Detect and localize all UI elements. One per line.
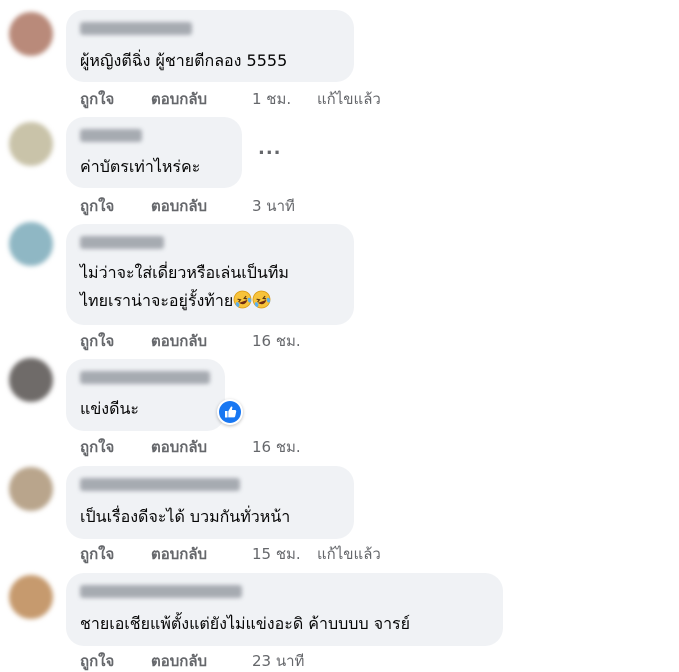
timestamp[interactable]: 1 ชม.: [252, 88, 291, 110]
reply-button[interactable]: ตอบกลับ: [151, 330, 207, 352]
comment-text: ค่าบัตรเท่าไหร่คะ: [80, 157, 201, 176]
like-button[interactable]: ถูกใจ: [80, 436, 114, 458]
comment-text-line: ไทยเราน่าจะอยู่รั้งท้าย: [80, 291, 234, 310]
timestamp[interactable]: 23 นาที: [252, 650, 304, 672]
like-button[interactable]: ถูกใจ: [80, 543, 114, 565]
comment-text: ผู้หญิงตีฉิ่ง ผู้ชายตีกลอง 5555: [80, 51, 288, 70]
timestamp[interactable]: 16 ชม.: [252, 330, 301, 352]
comment-text: เป็นเรื่องดีจะได้ บวมกันทั่วหน้า: [80, 507, 291, 526]
avatar[interactable]: [9, 122, 53, 166]
avatar[interactable]: [9, 575, 53, 619]
like-button[interactable]: ถูกใจ: [80, 330, 114, 352]
comment-text: ไทยเราน่าจะอยู่รั้งท้าย: [80, 288, 271, 317]
edited-label[interactable]: แก้ไขแล้ว: [317, 543, 381, 565]
reaction-badge[interactable]: [217, 399, 243, 425]
edited-label[interactable]: แก้ไขแล้ว: [317, 88, 381, 110]
like-button[interactable]: ถูกใจ: [80, 88, 114, 110]
comment-bubble: ไม่ว่าจะใส่เดี่ยวหรือเล่นเป็นทีม ไทยเราน…: [66, 224, 354, 325]
reply-button[interactable]: ตอบกลับ: [151, 650, 207, 672]
author-name-redacted[interactable]: [80, 371, 210, 384]
comment-bubble: ค่าบัตรเท่าไหร่คะ: [66, 117, 242, 188]
reply-button[interactable]: ตอบกลับ: [151, 88, 207, 110]
more-options-icon[interactable]: ...: [258, 138, 282, 159]
author-name-redacted[interactable]: [80, 129, 142, 142]
timestamp[interactable]: 16 ชม.: [252, 436, 301, 458]
rolling-on-floor-laughing-icon: [233, 290, 271, 317]
avatar[interactable]: [9, 12, 53, 56]
author-name-redacted[interactable]: [80, 236, 164, 249]
avatar[interactable]: [9, 467, 53, 511]
comment-bubble: ชายเอเชียแพ้ตั้งแต่ยังไม่แข่งอะดิ ค้าบบบ…: [66, 573, 503, 646]
timestamp[interactable]: 3 นาที: [252, 195, 295, 217]
like-button[interactable]: ถูกใจ: [80, 195, 114, 217]
comment-text: แข่งดีนะ: [80, 399, 139, 418]
avatar[interactable]: [9, 222, 53, 266]
comment-bubble: ผู้หญิงตีฉิ่ง ผู้ชายตีกลอง 5555: [66, 10, 354, 82]
like-icon: [219, 401, 241, 423]
comment-bubble: เป็นเรื่องดีจะได้ บวมกันทั่วหน้า: [66, 466, 354, 539]
comment-bubble: แข่งดีนะ: [66, 359, 225, 431]
author-name-redacted[interactable]: [80, 22, 192, 35]
comment-text: ไม่ว่าจะใส่เดี่ยวหรือเล่นเป็นทีม: [80, 263, 289, 282]
reply-button[interactable]: ตอบกลับ: [151, 436, 207, 458]
reply-button[interactable]: ตอบกลับ: [151, 543, 207, 565]
comment-text: ชายเอเชียแพ้ตั้งแต่ยังไม่แข่งอะดิ ค้าบบบ…: [80, 614, 411, 633]
like-button[interactable]: ถูกใจ: [80, 650, 114, 672]
timestamp[interactable]: 15 ชม.: [252, 543, 301, 565]
author-name-redacted[interactable]: [80, 478, 240, 491]
author-name-redacted[interactable]: [80, 585, 242, 598]
reply-button[interactable]: ตอบกลับ: [151, 195, 207, 217]
avatar[interactable]: [9, 358, 53, 402]
